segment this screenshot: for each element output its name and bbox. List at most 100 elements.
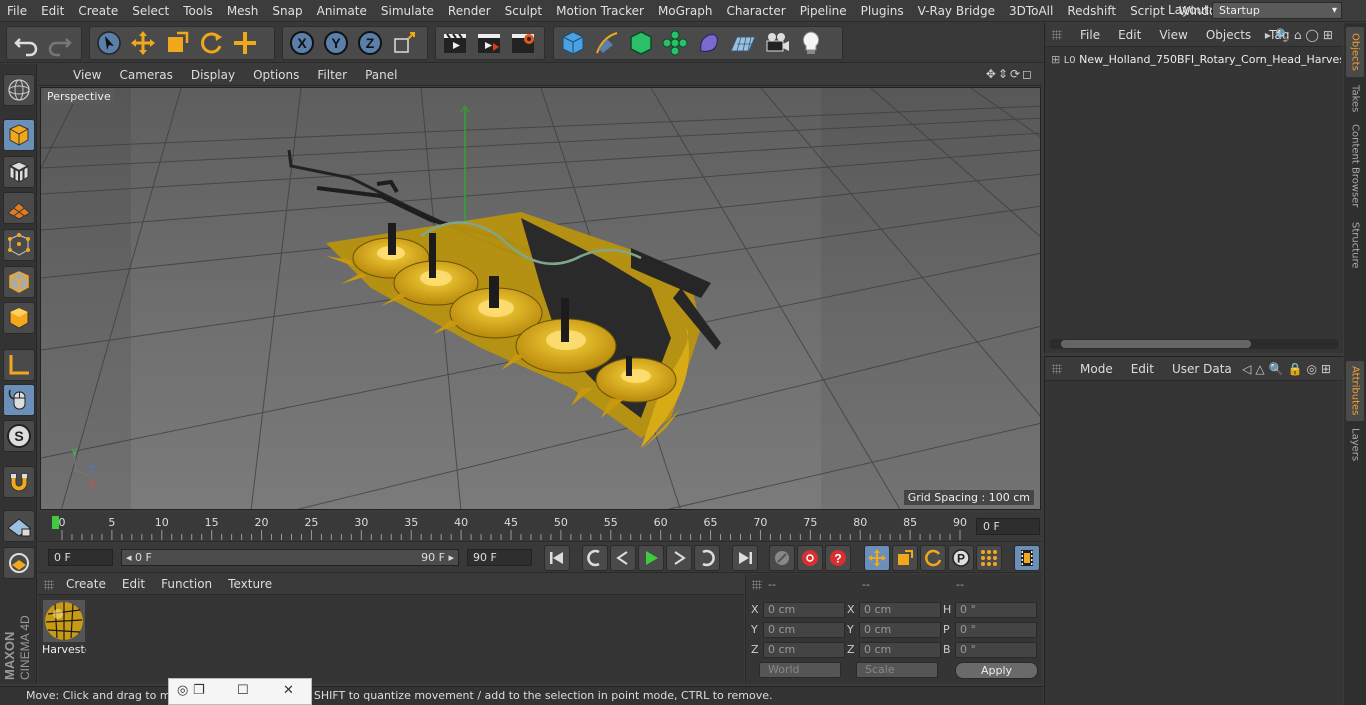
maximize-icon[interactable]: ☐ [237,683,249,698]
coordinate-system-button[interactable] [387,27,421,59]
key-scale-button[interactable] [892,545,918,571]
go-to-start-button[interactable] [544,545,570,571]
texture-mode-button[interactable] [3,156,35,188]
apply-button[interactable]: Apply [955,662,1038,679]
menu-animate[interactable]: Animate [310,4,374,18]
object-horizontal-scrollbar[interactable] [1049,339,1339,349]
autokeying-button[interactable] [797,545,823,571]
key-parameter-button[interactable]: P [948,545,974,571]
y-axis-button[interactable]: Y [319,27,353,59]
undo-button[interactable] [9,27,43,59]
object-name[interactable]: New_Holland_750BFI_Rotary_Corn_Head_Harv… [1079,53,1341,66]
attribute-menu-mode[interactable]: Mode [1071,362,1122,376]
coord-value-field[interactable]: 0 cm [763,642,845,658]
viewport-camera-label[interactable]: Perspective [43,89,115,104]
model-mode-button[interactable] [3,119,35,151]
close-icon[interactable]: ✕ [283,683,294,698]
tab-content-browser[interactable]: Content Browser [1346,121,1364,211]
coord-value-field[interactable]: 0 cm [859,642,941,658]
locked-workplane-button[interactable] [3,547,35,579]
attribute-menu-user-data[interactable]: User Data [1163,362,1241,376]
snap-solo-button[interactable]: S [3,420,35,452]
tab-structure[interactable]: Structure [1346,217,1364,273]
coordinates-grip[interactable] [752,580,762,590]
material-menu-create[interactable]: Create [58,577,114,591]
current-frame-field[interactable]: 0 F [976,518,1040,535]
snapping-button[interactable] [3,466,35,498]
menu-edit[interactable]: Edit [34,4,71,18]
render-to-picture-viewer-button[interactable] [472,27,506,59]
object-menu-file[interactable]: File [1071,28,1109,42]
menu-select[interactable]: Select [125,4,176,18]
menu-sculpt[interactable]: Sculpt [498,4,549,18]
x-axis-button[interactable]: X [285,27,319,59]
start-frame-field[interactable]: 0 F [48,549,113,566]
coord-value-field[interactable]: 0 ° [955,642,1037,658]
next-key-button[interactable] [694,545,720,571]
material-thumbnail[interactable] [43,600,85,642]
tab-objects[interactable]: Objects [1346,27,1364,77]
viewport-menu-panel[interactable]: Panel [356,68,406,82]
workplane-button[interactable] [3,192,35,224]
scene-canvas[interactable]: Y Z X [41,88,1041,510]
cube-primitive-button[interactable] [556,27,590,59]
viewport-menu-cameras[interactable]: Cameras [110,68,181,82]
object-manager-icons[interactable]: ▸🔍⌂◯⊞ [1265,28,1337,42]
menu-pipeline[interactable]: Pipeline [793,4,854,18]
deformer-button[interactable] [692,27,726,59]
scroll-thumb[interactable] [1061,340,1251,348]
timeline[interactable]: 0 5 10 15 20 25 30 35 40 45 50 55 60 65 70 75 80 85 90 0 F [38,512,1042,542]
workplane-lock-button[interactable] [3,510,35,542]
viewport-menu-filter[interactable]: Filter [308,68,356,82]
key-position-button[interactable] [864,545,890,571]
attribute-menu-edit[interactable]: Edit [1122,362,1163,376]
end-frame-field[interactable]: 90 F [467,549,532,566]
subdivision-button[interactable] [624,27,658,59]
layout-dropdown[interactable]: Startup [1212,2,1342,19]
attribute-grip[interactable] [1052,364,1062,374]
material-name[interactable]: Harvester [42,643,86,656]
coordinate-system-dropdown[interactable]: World [759,662,841,678]
light-button[interactable] [794,27,828,59]
menu-simulate[interactable]: Simulate [374,4,441,18]
edges-mode-button[interactable] [3,266,35,298]
scale-tool-button[interactable] [160,27,194,59]
next-frame-button[interactable] [666,545,692,571]
menu-mesh[interactable]: Mesh [220,4,266,18]
menu-file[interactable]: File [0,4,34,18]
menu-create[interactable]: Create [71,4,125,18]
recent-tools-button[interactable] [228,27,262,59]
z-axis-button[interactable]: Z [353,27,387,59]
render-settings-button[interactable] [506,27,540,59]
material-menu-texture[interactable]: Texture [220,577,280,591]
move-tool-button[interactable] [126,27,160,59]
spline-pen-button[interactable] [590,27,624,59]
keyframe-selection-button[interactable]: ? [825,545,851,571]
expand-icon[interactable]: ⊞ [1051,53,1060,66]
menu-v-ray-bridge[interactable]: V-Ray Bridge [911,4,1002,18]
rotate-tool-button[interactable] [194,27,228,59]
play-button[interactable] [638,545,664,571]
camera-button[interactable] [760,27,794,59]
menu-plugins[interactable]: Plugins [854,4,911,18]
material-grip[interactable] [44,580,54,590]
viewport-menu-view[interactable]: View [64,68,110,82]
attribute-manager-icons[interactable]: ◁△🔍🔒◎⊞ [1242,362,1335,376]
render-view-button[interactable] [438,27,472,59]
coord-value-field[interactable]: 0 ° [955,622,1037,638]
coord-value-field[interactable]: 0 ° [955,602,1037,618]
perspective-viewport[interactable]: Y Z X Perspective Grid Spacing : 100 cm [40,87,1041,510]
object-menu-edit[interactable]: Edit [1109,28,1150,42]
menu-script[interactable]: Script [1123,4,1172,18]
timeline-layout-button[interactable] [1014,545,1040,571]
tab-attributes[interactable]: Attributes [1346,361,1364,421]
viewport-menu-options[interactable]: Options [244,68,308,82]
coord-value-field[interactable]: 0 cm [763,622,845,638]
coord-value-field[interactable]: 0 cm [859,602,941,618]
material-menu-edit[interactable]: Edit [114,577,153,591]
restore-window-icon[interactable]: ❐ [193,683,205,698]
previous-key-button[interactable] [582,545,608,571]
menu-3dtoall[interactable]: 3DToAll [1002,4,1060,18]
menu-snap[interactable]: Snap [265,4,309,18]
live-selection-button[interactable] [92,27,126,59]
